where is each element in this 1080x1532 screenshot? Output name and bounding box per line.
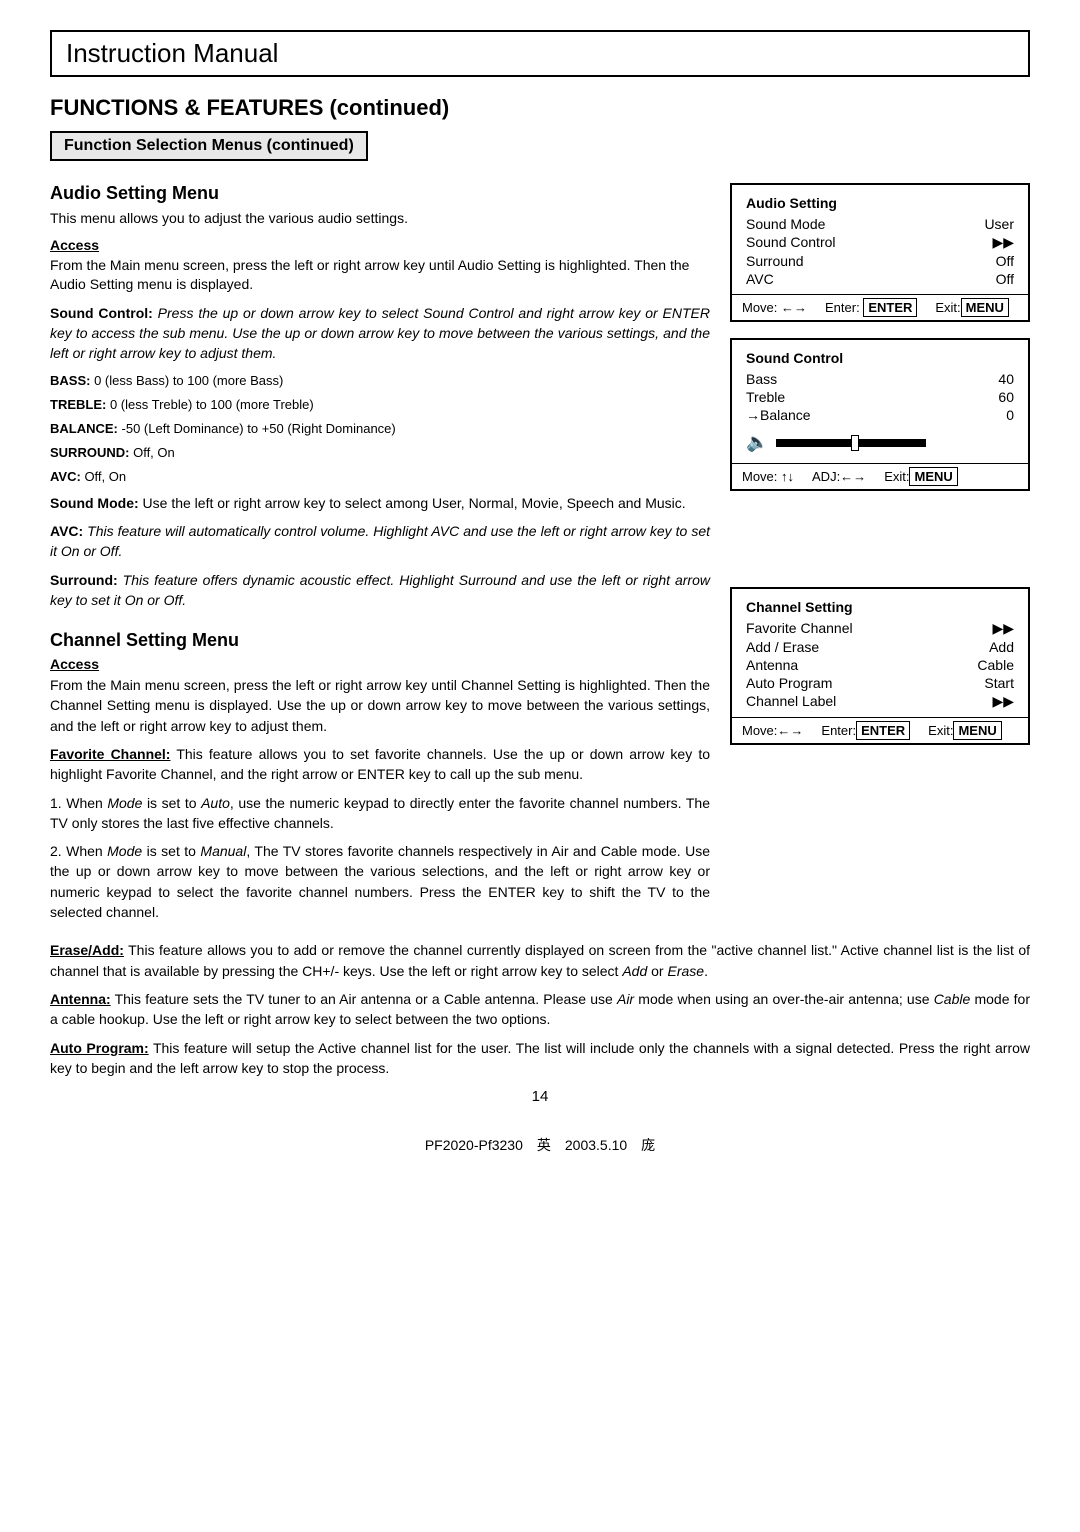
page-header: Instruction Manual xyxy=(50,30,1030,77)
balance-info: BALANCE: -50 (Left Dominance) to +50 (Ri… xyxy=(50,420,710,438)
audio-menu-footer: Move: ←→ Enter: ENTER Exit:MENU xyxy=(732,294,1028,320)
slider-area: 🔈 xyxy=(746,432,1014,453)
audio-access-label: Access xyxy=(50,237,710,253)
page-number: 14 xyxy=(50,1088,1030,1105)
treble-info: TREBLE: 0 (less Treble) to 100 (more Tre… xyxy=(50,396,710,414)
surround-para: Surround: This feature offers dynamic ac… xyxy=(50,570,710,611)
channel-menu-box: Channel Setting Favorite Channel ▶▶ Add … xyxy=(730,587,1030,745)
auto-program-para: Auto Program: This feature will setup th… xyxy=(50,1038,1030,1079)
menu-row-bass: Bass 40 xyxy=(746,370,1014,388)
channel-access-text: From the Main menu screen, press the lef… xyxy=(50,675,710,736)
menu-row-favorite: Favorite Channel ▶▶ xyxy=(746,619,1014,638)
menu-row-sound-control: Sound Control ▶▶ xyxy=(746,233,1014,252)
sound-control-box: Sound Control Bass 40 Treble 60 →Balance… xyxy=(730,338,1030,491)
audio-menu-box: Audio Setting Sound Mode User Sound Cont… xyxy=(730,183,1030,322)
audio-setting-title: Audio Setting Menu xyxy=(50,183,710,204)
main-title: FUNCTIONS & FEATURES (continued) xyxy=(50,95,1030,121)
section-label: Function Selection Menus (continued) xyxy=(50,131,368,161)
channel-menu-footer: Move:←→ Enter:ENTER Exit:MENU xyxy=(732,717,1028,743)
menu-row-balance: →Balance 0 xyxy=(746,406,1014,424)
slider-track xyxy=(776,439,926,447)
menu-row-auto-prog: Auto Program Start xyxy=(746,674,1014,692)
channel-setting-title: Channel Setting Menu xyxy=(50,630,710,651)
page-title: Instruction Manual xyxy=(66,38,278,68)
menu-row-channel-label: Channel Label ▶▶ xyxy=(746,692,1014,711)
menu-row-treble: Treble 60 xyxy=(746,388,1014,406)
menu-row-add-erase: Add / Erase Add xyxy=(746,638,1014,656)
audio-intro: This menu allows you to adjust the vario… xyxy=(50,209,710,229)
sound-control-footer: Move: ↑↓ ADJ:←→ Exit:MENU xyxy=(732,463,1028,489)
surround-info: SURROUND: Off, On xyxy=(50,444,710,462)
sound-control-box-title: Sound Control xyxy=(746,350,1014,366)
slider-handle xyxy=(851,435,859,451)
menu-row-surround: Surround Off xyxy=(746,252,1014,270)
audio-menu-box-title: Audio Setting xyxy=(746,195,1014,211)
bass-info: BASS: 0 (less Bass) to 100 (more Bass) xyxy=(50,372,710,390)
menu-row-avc: AVC Off xyxy=(746,270,1014,288)
sound-mode-para: Sound Mode: Use the left or right arrow … xyxy=(50,493,710,513)
menu-row-sound-mode: Sound Mode User xyxy=(746,215,1014,233)
avc-para: AVC: This feature will automatically con… xyxy=(50,521,710,562)
antenna-para: Antenna: This feature sets the TV tuner … xyxy=(50,989,1030,1030)
audio-access-text: From the Main menu screen, press the lef… xyxy=(50,256,710,295)
sound-control-para: Sound Control: Press the up or down arro… xyxy=(50,303,710,364)
favorite-channel-para: Favorite Channel: This feature allows yo… xyxy=(50,744,710,785)
speaker-icon: 🔈 xyxy=(746,432,768,453)
channel-access-label: Access xyxy=(50,656,710,672)
channel-menu-box-title: Channel Setting xyxy=(746,599,1014,615)
avc-info: AVC: Off, On xyxy=(50,468,710,486)
menu-row-antenna: Antenna Cable xyxy=(746,656,1014,674)
erase-add-para: Erase/Add: This feature allows you to ad… xyxy=(50,940,1030,981)
bottom-note: PF2020-Pf3230 英 2003.5.10 庞 xyxy=(50,1135,1030,1155)
note1-para: 1. When Mode is set to Auto, use the num… xyxy=(50,793,710,834)
note2-para: 2. When Mode is set to Manual, The TV st… xyxy=(50,841,710,922)
